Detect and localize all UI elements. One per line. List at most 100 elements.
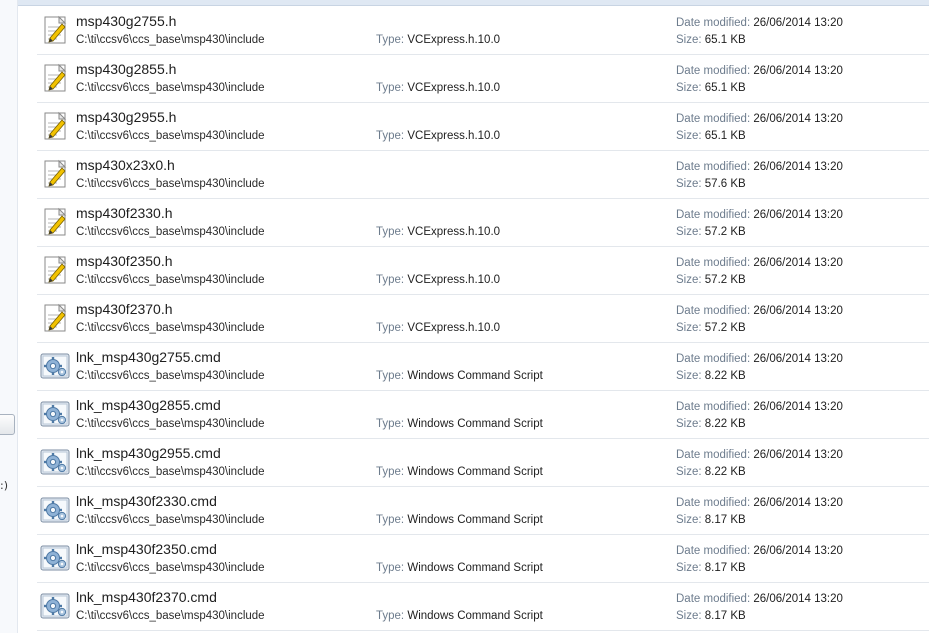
type-value: VCExpress.h.10.0 xyxy=(407,82,501,94)
size-label: Size: xyxy=(676,130,702,142)
file-name[interactable]: lnk_msp430g2955.cmd xyxy=(76,445,221,461)
file-size: Size: 57.6 KB xyxy=(676,178,746,190)
date-modified-value: 26/06/2014 13:20 xyxy=(753,17,843,29)
date-modified: Date modified: 26/06/2014 13:20 xyxy=(676,161,843,173)
type-value: Windows Command Script xyxy=(407,562,543,574)
file-row[interactable]: msp430f2370.h C:\ti\ccsv6\ccs_base\msp43… xyxy=(37,295,929,343)
file-size: Size: 8.17 KB xyxy=(676,610,746,622)
file-size: Size: 8.22 KB xyxy=(676,466,746,478)
file-name[interactable]: lnk_msp430g2855.cmd xyxy=(76,397,221,413)
file-size: Size: 8.22 KB xyxy=(676,418,746,430)
file-type: Type: VCExpress.h.10.0 xyxy=(376,34,500,46)
file-name[interactable]: msp430g2755.h xyxy=(76,13,176,29)
date-modified-label: Date modified: xyxy=(676,113,751,125)
date-modified-label: Date modified: xyxy=(676,257,751,269)
file-name[interactable]: msp430g2855.h xyxy=(76,61,176,77)
file-name[interactable]: msp430x23x0.h xyxy=(76,157,175,173)
file-size: Size: 8.17 KB xyxy=(676,562,746,574)
size-value: 8.22 KB xyxy=(704,466,746,478)
date-modified-label: Date modified: xyxy=(676,17,751,29)
type-value: VCExpress.h.10.0 xyxy=(407,34,501,46)
file-type: Type: Windows Command Script xyxy=(376,418,543,430)
type-value: VCExpress.h.10.0 xyxy=(407,226,501,238)
type-label: Type: xyxy=(376,466,405,478)
file-row[interactable]: msp430f2350.h C:\ti\ccsv6\ccs_base\msp43… xyxy=(37,247,929,295)
size-label: Size: xyxy=(676,178,702,190)
file-size: Size: 65.1 KB xyxy=(676,34,746,46)
header-file-icon xyxy=(39,302,71,334)
file-row[interactable]: msp430f2330.h C:\ti\ccsv6\ccs_base\msp43… xyxy=(37,199,929,247)
date-modified: Date modified: 26/06/2014 13:20 xyxy=(676,401,843,413)
date-modified: Date modified: 26/06/2014 13:20 xyxy=(676,497,843,509)
command-script-icon xyxy=(39,542,71,574)
file-row[interactable]: lnk_msp430g2855.cmd C:\ti\ccsv6\ccs_base… xyxy=(37,391,929,439)
type-label: Type: xyxy=(376,322,405,334)
file-name[interactable]: lnk_msp430f2370.cmd xyxy=(76,589,217,605)
file-row[interactable]: lnk_msp430f2330.cmd C:\ti\ccsv6\ccs_base… xyxy=(37,487,929,535)
file-name[interactable]: msp430g2955.h xyxy=(76,109,176,125)
size-value: 57.2 KB xyxy=(704,322,746,334)
size-label: Size: xyxy=(676,418,702,430)
file-type: Type: Windows Command Script xyxy=(376,370,543,382)
size-label: Size: xyxy=(676,274,702,286)
file-row[interactable]: lnk_msp430f2370.cmd C:\ti\ccsv6\ccs_base… xyxy=(37,583,929,631)
size-label: Size: xyxy=(676,466,702,478)
date-modified-label: Date modified: xyxy=(676,65,751,77)
file-name[interactable]: lnk_msp430f2330.cmd xyxy=(76,493,217,509)
file-size: Size: 57.2 KB xyxy=(676,274,746,286)
size-value: 8.22 KB xyxy=(704,370,746,382)
file-row[interactable]: msp430x23x0.h C:\ti\ccsv6\ccs_base\msp43… xyxy=(37,151,929,199)
file-row[interactable]: lnk_msp430f2350.cmd C:\ti\ccsv6\ccs_base… xyxy=(37,535,929,583)
file-row[interactable]: msp430g2855.h C:\ti\ccsv6\ccs_base\msp43… xyxy=(37,55,929,103)
date-modified: Date modified: 26/06/2014 13:20 xyxy=(676,257,843,269)
type-label: Type: xyxy=(376,610,405,622)
size-label: Size: xyxy=(676,322,702,334)
type-value: Windows Command Script xyxy=(407,370,543,382)
file-path: C:\ti\ccsv6\ccs_base\msp430\include xyxy=(76,370,265,382)
file-row[interactable]: lnk_msp430g2755.cmd C:\ti\ccsv6\ccs_base… xyxy=(37,343,929,391)
size-label: Size: xyxy=(676,610,702,622)
size-value: 57.6 KB xyxy=(704,178,746,190)
size-value: 8.17 KB xyxy=(704,610,746,622)
file-size: Size: 8.22 KB xyxy=(676,370,746,382)
file-path: C:\ti\ccsv6\ccs_base\msp430\include xyxy=(76,466,265,478)
date-modified-label: Date modified: xyxy=(676,497,751,509)
nav-pane-button[interactable] xyxy=(0,414,15,435)
file-list: msp430g2755.h C:\ti\ccsv6\ccs_base\msp43… xyxy=(37,7,929,631)
file-row[interactable]: msp430g2755.h C:\ti\ccsv6\ccs_base\msp43… xyxy=(37,7,929,55)
file-row[interactable]: lnk_msp430g2955.cmd C:\ti\ccsv6\ccs_base… xyxy=(37,439,929,487)
date-modified-value: 26/06/2014 13:20 xyxy=(753,209,843,221)
file-row[interactable]: msp430g2955.h C:\ti\ccsv6\ccs_base\msp43… xyxy=(37,103,929,151)
command-script-icon xyxy=(39,446,71,478)
type-value: Windows Command Script xyxy=(407,418,543,430)
date-modified-label: Date modified: xyxy=(676,209,751,221)
size-label: Size: xyxy=(676,226,702,238)
file-name[interactable]: msp430f2370.h xyxy=(76,301,173,317)
command-script-icon xyxy=(39,590,71,622)
file-name[interactable]: msp430f2350.h xyxy=(76,253,173,269)
date-modified: Date modified: 26/06/2014 13:20 xyxy=(676,65,843,77)
header-file-icon xyxy=(39,254,71,286)
date-modified-label: Date modified: xyxy=(676,449,751,461)
date-modified-value: 26/06/2014 13:20 xyxy=(753,65,843,77)
file-name[interactable]: lnk_msp430f2350.cmd xyxy=(76,541,217,557)
file-path: C:\ti\ccsv6\ccs_base\msp430\include xyxy=(76,274,265,286)
file-path: C:\ti\ccsv6\ccs_base\msp430\include xyxy=(76,610,265,622)
file-path: C:\ti\ccsv6\ccs_base\msp430\include xyxy=(76,418,265,430)
file-name[interactable]: lnk_msp430g2755.cmd xyxy=(76,349,221,365)
date-modified-label: Date modified: xyxy=(676,593,751,605)
file-type: Type: Windows Command Script xyxy=(376,466,543,478)
date-modified-label: Date modified: xyxy=(676,545,751,557)
header-file-icon xyxy=(39,62,71,94)
type-value: Windows Command Script xyxy=(407,514,543,526)
file-type: Type: Windows Command Script xyxy=(376,610,543,622)
date-modified: Date modified: 26/06/2014 13:20 xyxy=(676,17,843,29)
type-label: Type: xyxy=(376,370,405,382)
type-label: Type: xyxy=(376,418,405,430)
file-name[interactable]: msp430f2330.h xyxy=(76,205,173,221)
file-path: C:\ti\ccsv6\ccs_base\msp430\include xyxy=(76,514,265,526)
list-header-strip xyxy=(18,0,929,6)
type-label: Type: xyxy=(376,130,405,142)
file-type: Type: VCExpress.h.10.0 xyxy=(376,82,500,94)
file-path: C:\ti\ccsv6\ccs_base\msp430\include xyxy=(76,178,265,190)
